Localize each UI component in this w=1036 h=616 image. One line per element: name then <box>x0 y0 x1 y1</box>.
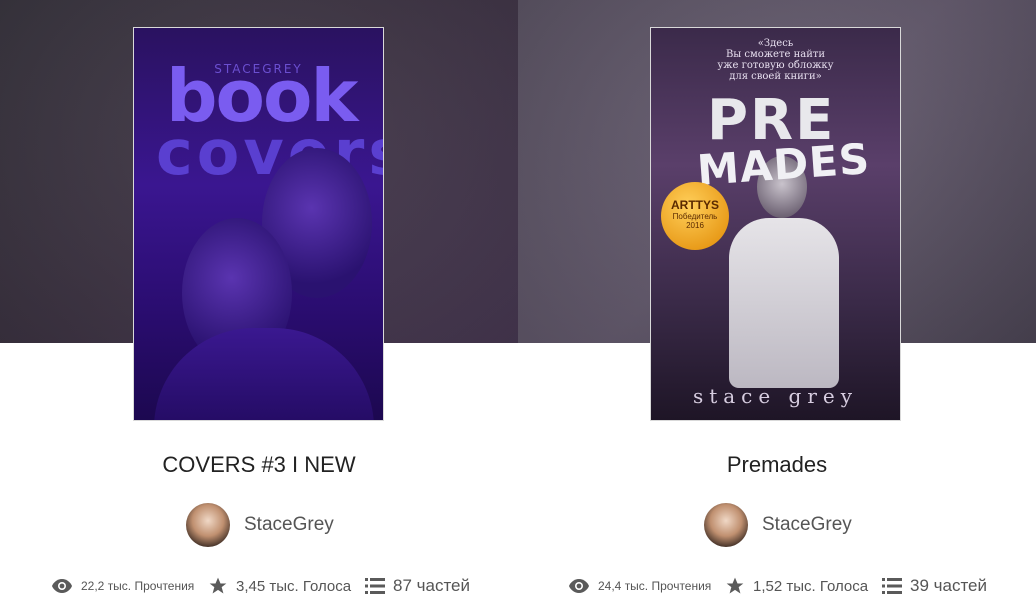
author-name[interactable]: StaceGrey <box>244 514 334 536</box>
story-title[interactable]: COVERS #3 I NEW <box>0 452 518 478</box>
story-card-covers: book STACEGREY covers COVERS #3 I NEW St… <box>0 0 518 616</box>
star-icon <box>209 577 227 594</box>
reads-count: 24,4 тыс. Прочтения <box>598 579 712 593</box>
avatar[interactable] <box>704 503 748 547</box>
reads-stat: 24,4 тыс. Прочтения <box>568 574 711 598</box>
story-stats: 22,2 тыс. Прочтения 3,45 тыс. Голоса 87 … <box>0 574 518 598</box>
eye-icon <box>569 579 589 593</box>
story-title[interactable]: Premades <box>518 452 1036 478</box>
cover-tagline-line: уже готовую обложку <box>717 60 834 71</box>
author-row: StaceGrey <box>518 503 1036 547</box>
author-name[interactable]: StaceGrey <box>762 514 852 536</box>
award-badge: ARTTYS Победитель 2016 <box>661 182 729 250</box>
reads-stat: 22,2 тыс. Прочтения <box>51 574 194 598</box>
badge-title: ARTTYS <box>671 198 719 212</box>
cover-tagline-line: для своей книги» <box>729 71 822 82</box>
list-icon <box>365 578 385 594</box>
avatar[interactable] <box>186 503 230 547</box>
book-cover[interactable]: book STACEGREY covers <box>133 27 384 421</box>
votes-count: 3,45 тыс. Голоса <box>236 577 352 595</box>
reads-count: 22,2 тыс. Прочтения <box>81 579 195 593</box>
parts-stat: 87 частей <box>365 574 470 598</box>
parts-count: 87 частей <box>393 576 470 595</box>
cover-tagline: «Здесь Вы сможете найти уже готовую обло… <box>651 38 900 82</box>
story-stats: 24,4 тыс. Прочтения 1,52 тыс. Голоса 39 … <box>518 574 1036 598</box>
story-card-premades: «Здесь Вы сможете найти уже готовую обло… <box>518 0 1036 616</box>
eye-icon <box>52 579 72 593</box>
cover-tagline-line: «Здесь <box>757 38 794 49</box>
votes-stat: 1,52 тыс. Голоса <box>725 574 868 598</box>
parts-stat: 39 частей <box>882 574 987 598</box>
author-row: StaceGrey <box>0 503 518 547</box>
cover-figure-body <box>154 328 374 420</box>
cover-author-mark: stace grey <box>692 384 859 408</box>
book-cover[interactable]: «Здесь Вы сможете найти уже готовую обло… <box>650 27 901 421</box>
cover-tagline-line: Вы сможете найти <box>725 49 826 60</box>
parts-count: 39 частей <box>910 576 987 595</box>
cover-author-mark: STACEGREY <box>214 62 303 76</box>
star-icon <box>726 577 744 594</box>
cover-figure-body <box>729 218 839 388</box>
badge-label: Победитель <box>672 212 718 221</box>
badge-year: 2016 <box>686 221 704 230</box>
votes-stat: 3,45 тыс. Голоса <box>208 574 351 598</box>
list-icon <box>882 578 902 594</box>
votes-count: 1,52 тыс. Голоса <box>753 577 869 595</box>
